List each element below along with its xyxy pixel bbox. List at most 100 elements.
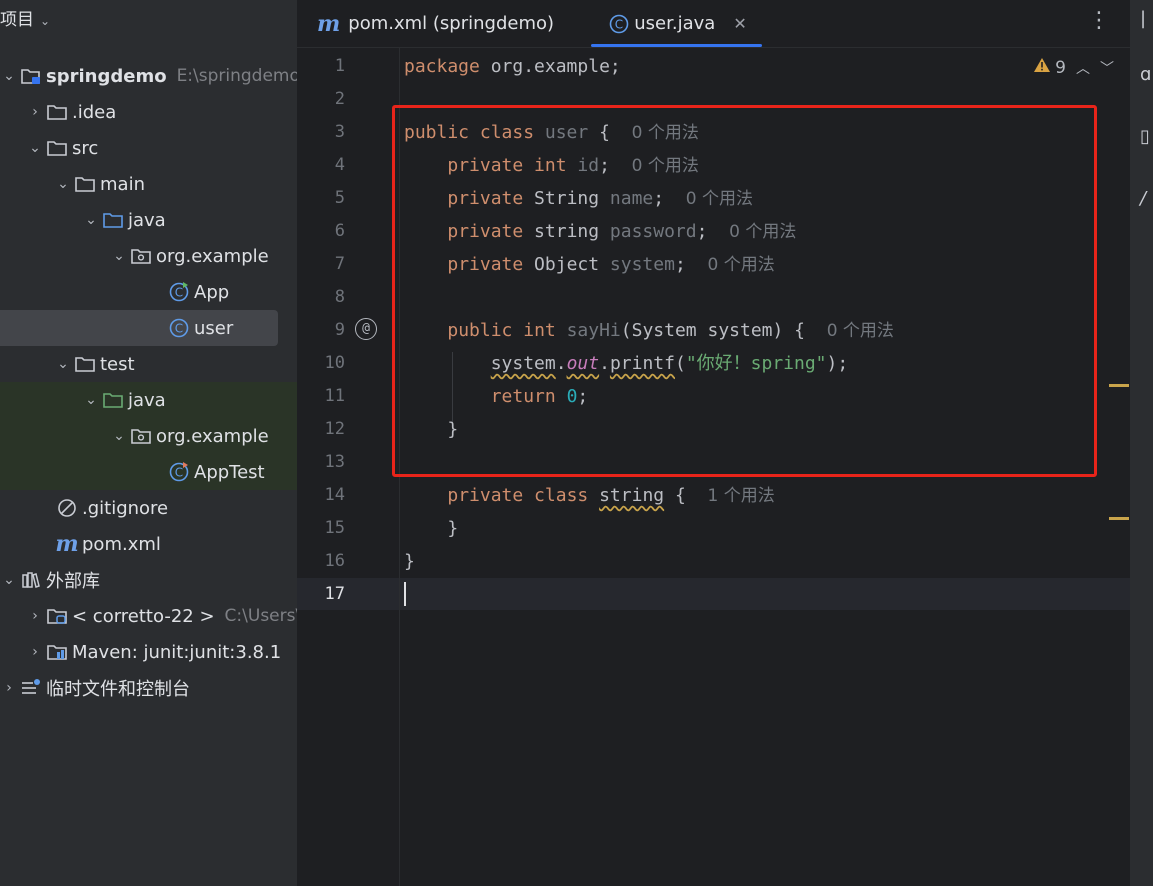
tree-item-label: 临时文件和控制台 [46,679,190,700]
project-panel: 项目 ⌄ ⌄ springdemo E:\springdemo › .idea ⌄… [0,0,297,886]
close-icon[interactable]: ✕ [733,14,746,33]
chevron-down-icon[interactable]: ⌄ [110,428,128,444]
jdk-folder-icon [44,606,70,626]
tree-item-test[interactable]: ⌄ test [0,346,297,382]
folder-icon [44,138,70,158]
database-icon[interactable]: ɑ [1140,64,1151,85]
more-options-icon[interactable]: ⋮ [1088,8,1110,33]
chevron-down-icon[interactable]: ⌄ [0,572,18,588]
code-text: } [404,551,415,572]
tree-item-java-test[interactable]: ⌄ java [0,382,297,418]
chevron-right-icon[interactable]: › [26,608,44,624]
code-text: org.example; [479,56,621,77]
right-tool-strip: | ɑ ▯ / [1130,0,1153,886]
tab-user-java[interactable]: C user.java ✕ [591,0,762,47]
tree-item-package-test[interactable]: ⌄ org.example [0,418,297,454]
tree-item-label: test [100,353,135,375]
chevron-down-icon[interactable]: ⌄ [82,392,100,408]
maven-tool-icon[interactable]: / [1140,188,1146,209]
tree-item-label: springdemo [46,65,167,87]
tree-item-external-libraries[interactable]: ⌄ 外部库 [0,562,297,598]
tree-item-label: 外部库 [46,571,100,592]
chevron-right-icon[interactable]: › [0,680,18,696]
tree-item-label: org.example [156,425,269,447]
chevron-down-icon[interactable]: ﹀ [1100,58,1114,78]
chevron-down-icon[interactable]: ⌄ [54,356,72,372]
warning-icon [1033,57,1051,78]
current-line-highlight [297,578,1130,610]
svg-text:C: C [615,17,623,31]
tree-item-java-source[interactable]: ⌄ java [0,202,297,238]
tree-item-pom[interactable]: m pom.xml [0,526,297,562]
tree-item-path: C:\Users\ [224,606,297,626]
tree-item-label: main [100,173,145,195]
usage-hint[interactable]: 1 个用法 [708,486,775,506]
code-text: } [447,518,459,539]
tree-item-label: < corretto-22 > [72,605,215,627]
code-text: { [664,485,686,506]
class-test-icon: C [166,462,192,482]
line-number: 13 [324,452,345,472]
text-caret [404,582,406,606]
tree-item-package-main[interactable]: ⌄ org.example [0,238,297,274]
chevron-down-icon[interactable]: ⌄ [0,68,18,84]
chevron-down-icon[interactable]: ⌄ [54,176,72,192]
line-number-gutter[interactable]: 1 2 3 4 5 6 7 8 9 10 11 12 13 14 15 16 1… [297,47,399,886]
tree-item-scratches[interactable]: › 临时文件和控制台 [0,670,297,706]
tree-item-label: src [72,137,99,159]
line-number-current: 17 [324,584,345,604]
line-number: 12 [324,419,345,439]
editor-tab-bar: m pom.xml (springdemo) C user.java ✕ ⋮ [297,0,1130,48]
module-folder-icon [18,66,44,86]
folder-icon [72,174,98,194]
tree-item-gitignore[interactable]: .gitignore [0,490,297,526]
tree-item-jdk[interactable]: › < corretto-22 > C:\Users\ [0,598,297,634]
project-panel-title[interactable]: 项目 ⌄ [0,0,50,40]
tree-item-idea[interactable]: › .idea [0,94,297,130]
tree-item-maven-junit[interactable]: › Maven: junit:junit:3.8.1 [0,634,297,670]
tree-item-springdemo[interactable]: ⌄ springdemo E:\springdemo [0,58,297,94]
tree-item-label: .idea [72,101,117,123]
chevron-right-icon[interactable]: › [26,104,44,120]
warning-count: 9 [1055,57,1066,78]
tree-item-src[interactable]: ⌄ src [0,130,297,166]
code-line-15[interactable]: } [404,512,458,545]
tree-item-user[interactable]: C user [0,310,278,346]
structure-icon[interactable]: ▯ [1140,126,1150,147]
scrollbar-warning-mark[interactable] [1109,384,1129,387]
tree-item-apptest[interactable]: C AppTest [0,454,297,490]
svg-text:C: C [175,286,183,300]
override-annotation-icon[interactable]: @ [355,318,377,340]
keyword: private class [447,485,589,506]
chevron-down-icon[interactable]: ⌄ [26,140,44,156]
chevron-up-icon[interactable]: ︿ [1076,58,1090,78]
code-line-16[interactable]: } [404,545,415,578]
tree-item-label: App [194,281,230,303]
folder-icon [72,354,98,374]
tree-item-label: org.example [156,245,269,267]
tree-item-main[interactable]: ⌄ main [0,166,297,202]
code-line-1[interactable]: package org.example; [404,50,621,83]
folder-icon [44,102,70,122]
chevron-down-icon[interactable]: ⌄ [110,248,128,264]
code-line-14[interactable]: private class string { 1 个用法 [404,479,775,512]
notifications-icon[interactable]: | [1140,8,1146,29]
tab-pom-xml[interactable]: m pom.xml (springdemo) [317,0,554,47]
chevron-right-icon[interactable]: › [26,644,44,660]
class-name: string [599,485,665,506]
tree-item-label: java [128,389,166,411]
scrollbar-warning-mark[interactable] [1109,517,1129,520]
line-number: 4 [334,155,345,175]
tree-item-label: user [194,317,234,339]
test-folder-icon [100,390,126,410]
line-number: 7 [334,254,345,274]
chevron-down-icon[interactable]: ⌄ [82,212,100,228]
tree-item-app[interactable]: C App [0,274,297,310]
class-icon: C [166,318,192,338]
tab-label: pom.xml (springdemo) [348,13,555,34]
chevron-down-icon: ⌄ [40,14,51,28]
maven-icon: m [317,10,341,37]
library-folder-icon [44,642,70,662]
svg-text:C: C [175,322,183,336]
inspection-widget[interactable]: 9 ︿ ﹀ [1033,57,1114,78]
